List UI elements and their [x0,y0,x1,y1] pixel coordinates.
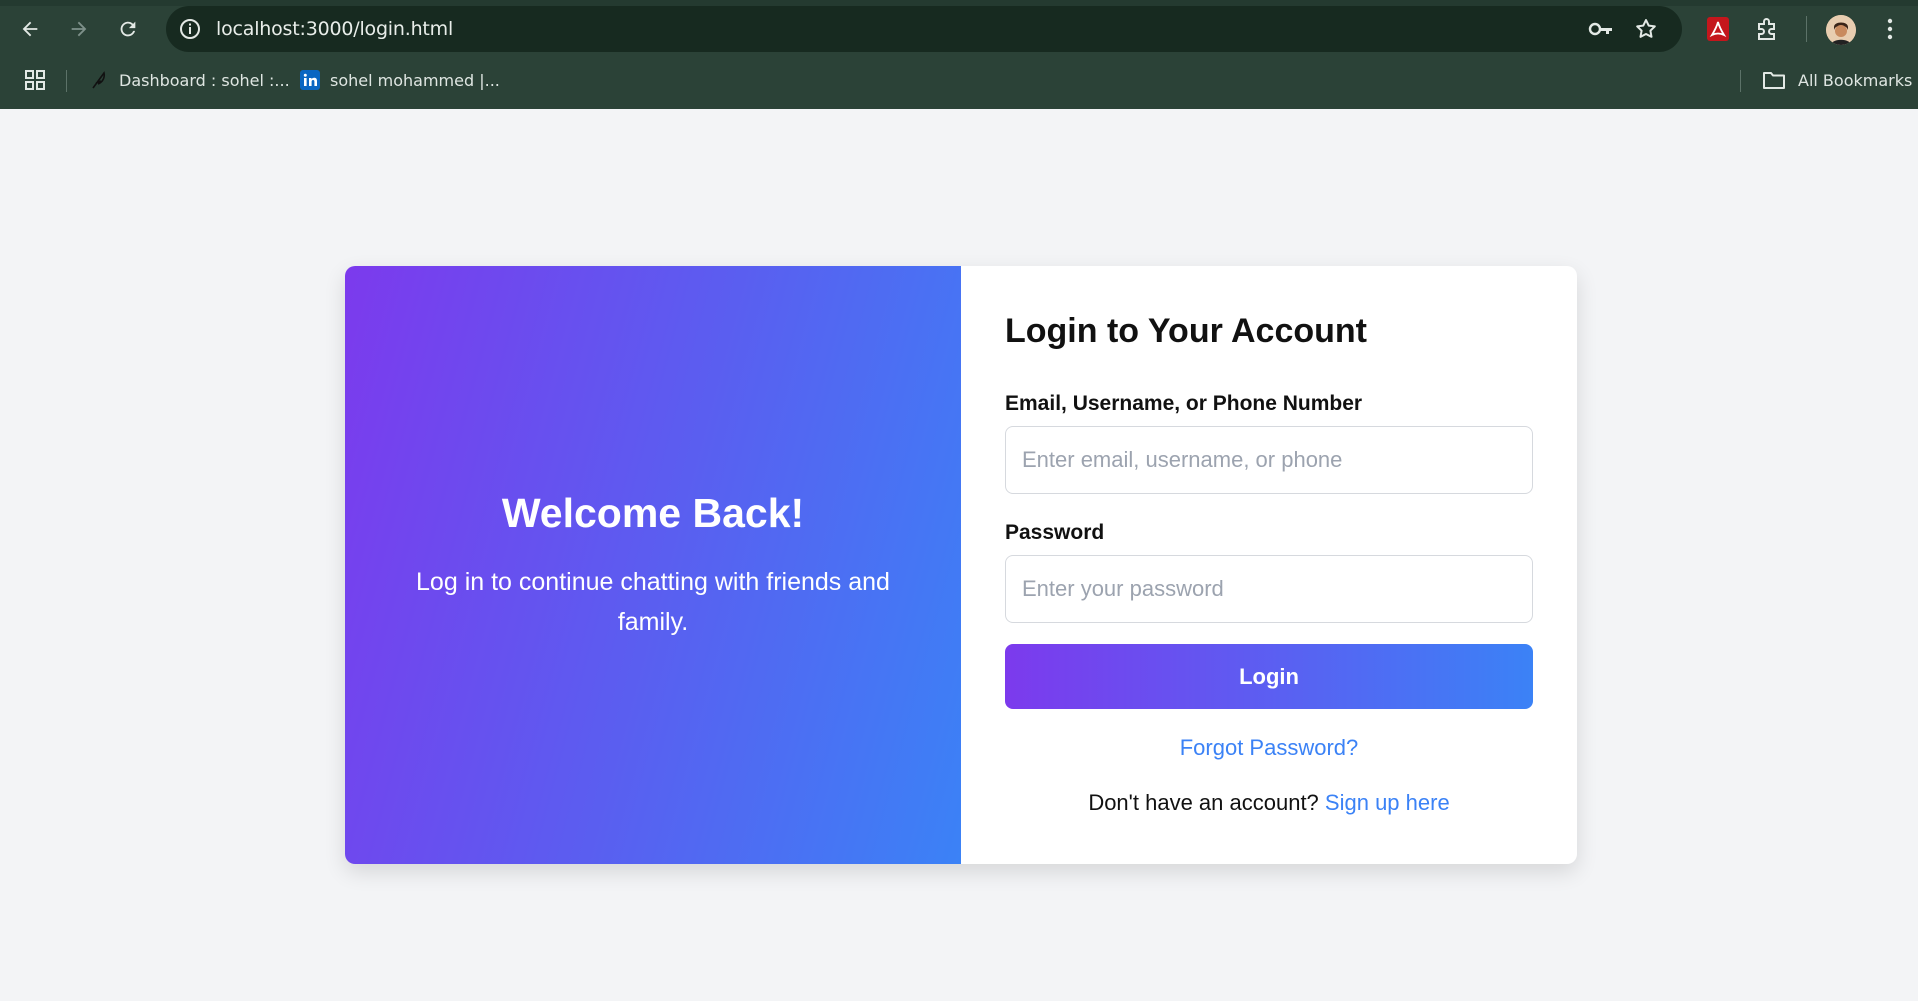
all-bookmarks-label: All Bookmarks [1798,70,1913,90]
signup-prompt: Don't have an account? [1088,790,1319,815]
forgot-password-row: Forgot Password? [961,735,1577,761]
arrow-right-icon [71,21,87,37]
welcome-panel: Welcome Back! Log in to continue chattin… [345,266,961,864]
password-input[interactable] [1005,555,1533,623]
site-info-icon[interactable] [178,17,202,41]
bookmark-label: sohel mohammed |... [330,70,500,90]
bookmark-linkedin[interactable]: sohel mohammed |... [300,67,500,93]
identifier-label: Email, Username, or Phone Number [1005,392,1363,415]
feather-icon [89,70,109,90]
forgot-password-link[interactable]: Forgot Password? [1180,735,1359,760]
login-card: Welcome Back! Log in to continue chattin… [345,266,1577,864]
bookmark-label: Dashboard : sohel :... [119,70,290,90]
folder-icon [1763,72,1785,89]
apps-grid-icon[interactable] [24,69,46,91]
avatar-icon [1826,15,1856,45]
form-title: Login to Your Account [1005,312,1367,350]
browser-chrome: localhost:3000/login.html Dashboard: so… [0,0,1918,109]
more-menu-icon[interactable] [1882,16,1898,42]
url-text[interactable]: localhost:3000/login.html [216,18,453,40]
signup-row: Don't have an account? Sign up here [961,790,1577,816]
key-icon[interactable] [1588,17,1614,41]
profile-avatar[interactable] [1826,15,1856,45]
password-label: Password [1005,521,1105,544]
login-form: Login to Your Account Email, Username, o… [961,266,1577,864]
toolbar-divider [1806,16,1807,42]
bookmarks-divider [1740,70,1741,92]
identifier-input[interactable] [1005,426,1533,494]
bookmarks-divider [66,70,67,92]
arrow-left-icon [22,21,38,37]
back-button[interactable] [13,12,47,46]
linkedin-icon [300,70,320,90]
star-icon[interactable] [1634,17,1658,41]
welcome-subtitle: Log in to continue chatting with friends… [416,568,890,636]
reload-icon [120,21,136,37]
login-button[interactable]: Login [1005,644,1533,709]
welcome-title: Welcome Back! [501,490,805,536]
forward-button[interactable] [62,12,96,46]
extensions-icon[interactable] [1754,16,1780,42]
signup-link[interactable]: Sign up here [1325,790,1450,815]
bookmark-dashboard[interactable]: Dashboard : sohel :... [89,67,290,93]
address-bar[interactable]: localhost:3000/login.html [166,6,1682,52]
all-bookmarks-button[interactable]: All Bookmarks [1762,67,1912,93]
reload-button[interactable] [111,12,145,46]
pdf-extension-icon[interactable] [1706,16,1730,42]
